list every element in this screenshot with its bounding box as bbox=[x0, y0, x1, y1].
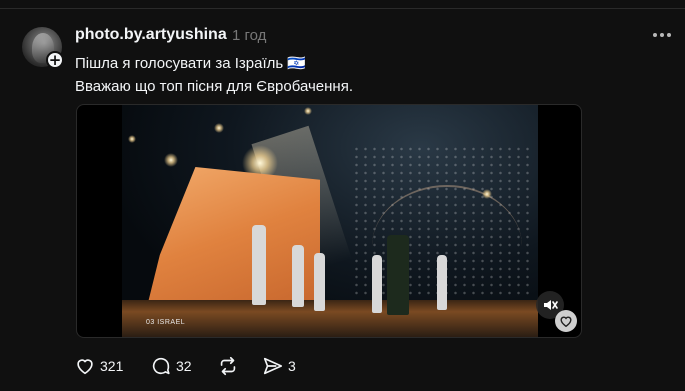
post-text-line-2: Вважаю що топ пісня для Євробачення. bbox=[75, 78, 353, 95]
comment-icon bbox=[152, 357, 170, 375]
top-divider bbox=[0, 8, 685, 9]
more-dots-icon bbox=[653, 33, 657, 37]
video-like-indicator[interactable] bbox=[555, 310, 577, 332]
share-button[interactable]: 3 bbox=[262, 355, 296, 377]
repost-button[interactable] bbox=[217, 355, 239, 377]
video-player[interactable]: 03 ISRAEL bbox=[76, 104, 582, 338]
username-link[interactable]: photo.by.artyushina bbox=[75, 26, 227, 44]
broadcast-caption: 03 ISRAEL bbox=[146, 319, 186, 326]
post-time[interactable]: 1 год bbox=[232, 27, 266, 44]
like-button[interactable]: 321 bbox=[74, 355, 123, 377]
post-text-line-1: Пішла я голосувати за Ізраїль 🇮🇱 bbox=[75, 55, 307, 72]
repost-icon bbox=[220, 356, 236, 376]
reply-button[interactable]: 32 bbox=[150, 355, 192, 377]
video-frame: 03 ISRAEL bbox=[122, 105, 538, 337]
follow-plus-button[interactable]: + bbox=[46, 51, 64, 69]
heart-outline-icon bbox=[560, 316, 572, 328]
speaker-muted-icon bbox=[544, 300, 558, 310]
heart-icon bbox=[77, 359, 93, 375]
like-count: 321 bbox=[100, 358, 124, 374]
share-count: 3 bbox=[288, 358, 296, 374]
more-options-button[interactable] bbox=[650, 27, 674, 43]
reply-count: 32 bbox=[176, 358, 192, 374]
send-icon bbox=[263, 357, 283, 375]
